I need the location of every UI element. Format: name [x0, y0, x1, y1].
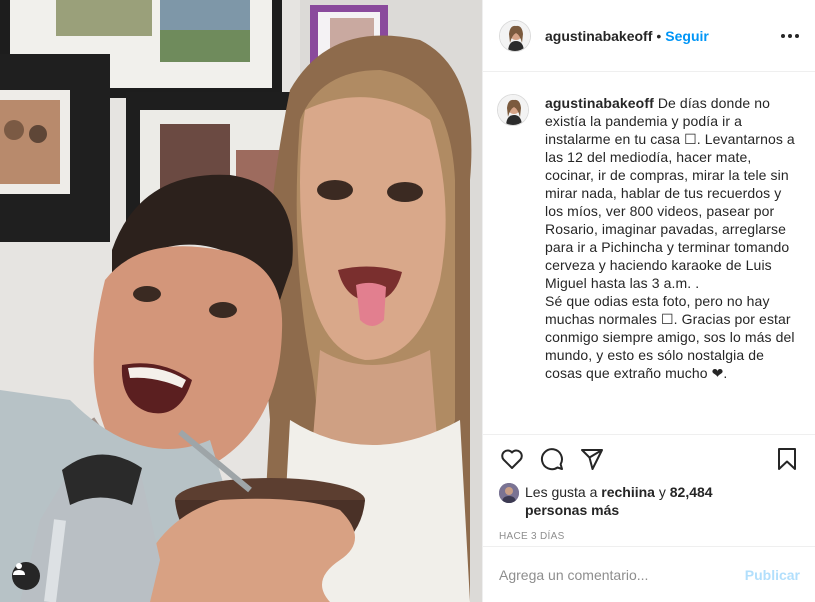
post-timestamp[interactable]: Hace 3 días — [499, 531, 800, 542]
likes-summary: Les gusta a rechiina y 82,484 personas m… — [499, 483, 800, 519]
caption-section: agustinabakeoff De días donde no existía… — [483, 72, 815, 434]
comment-composer: Publicar — [483, 546, 815, 602]
post-actions: Les gusta a rechiina y 82,484 personas m… — [483, 434, 815, 545]
tagged-users-button[interactable] — [12, 562, 40, 590]
more-options-icon[interactable] — [781, 33, 799, 38]
likes-text: Les gusta a rechiina y 82,484 personas m… — [525, 483, 725, 519]
photo-illustration — [0, 0, 482, 602]
liker-avatar[interactable] — [499, 483, 519, 503]
post-photo[interactable] — [0, 0, 482, 602]
caption-author-avatar[interactable] — [497, 94, 529, 126]
share-icon[interactable] — [579, 446, 605, 472]
person-icon — [13, 563, 25, 575]
caption-text: agustinabakeoff De días donde no existía… — [545, 94, 799, 434]
post-details-panel: agustinabakeoff • Seguir agustinabakeoff… — [482, 0, 815, 602]
follow-button[interactable]: Seguir — [665, 28, 709, 44]
author-username[interactable]: agustinabakeoff — [545, 28, 652, 44]
wall-frame-left — [0, 54, 110, 242]
bookmark-icon[interactable] — [774, 446, 800, 472]
heart-icon[interactable] — [499, 446, 525, 472]
comment-input[interactable] — [499, 566, 745, 583]
likes-connector: y — [654, 484, 666, 500]
action-icons-row — [499, 435, 800, 483]
caption-body: De días donde no existía la pandemia y p… — [545, 95, 795, 381]
avatar-image — [500, 20, 530, 51]
post-header: agustinabakeoff • Seguir — [483, 0, 815, 72]
caption-username[interactable]: agustinabakeoff — [545, 95, 654, 111]
comment-icon[interactable] — [539, 446, 565, 472]
likes-prefix: Les gusta a — [525, 484, 602, 500]
liker-username[interactable]: rechiina — [601, 484, 655, 500]
author-avatar[interactable] — [499, 19, 531, 52]
avatar-image — [498, 95, 528, 125]
publish-button[interactable]: Publicar — [745, 567, 800, 583]
separator-dot: • — [656, 27, 662, 44]
